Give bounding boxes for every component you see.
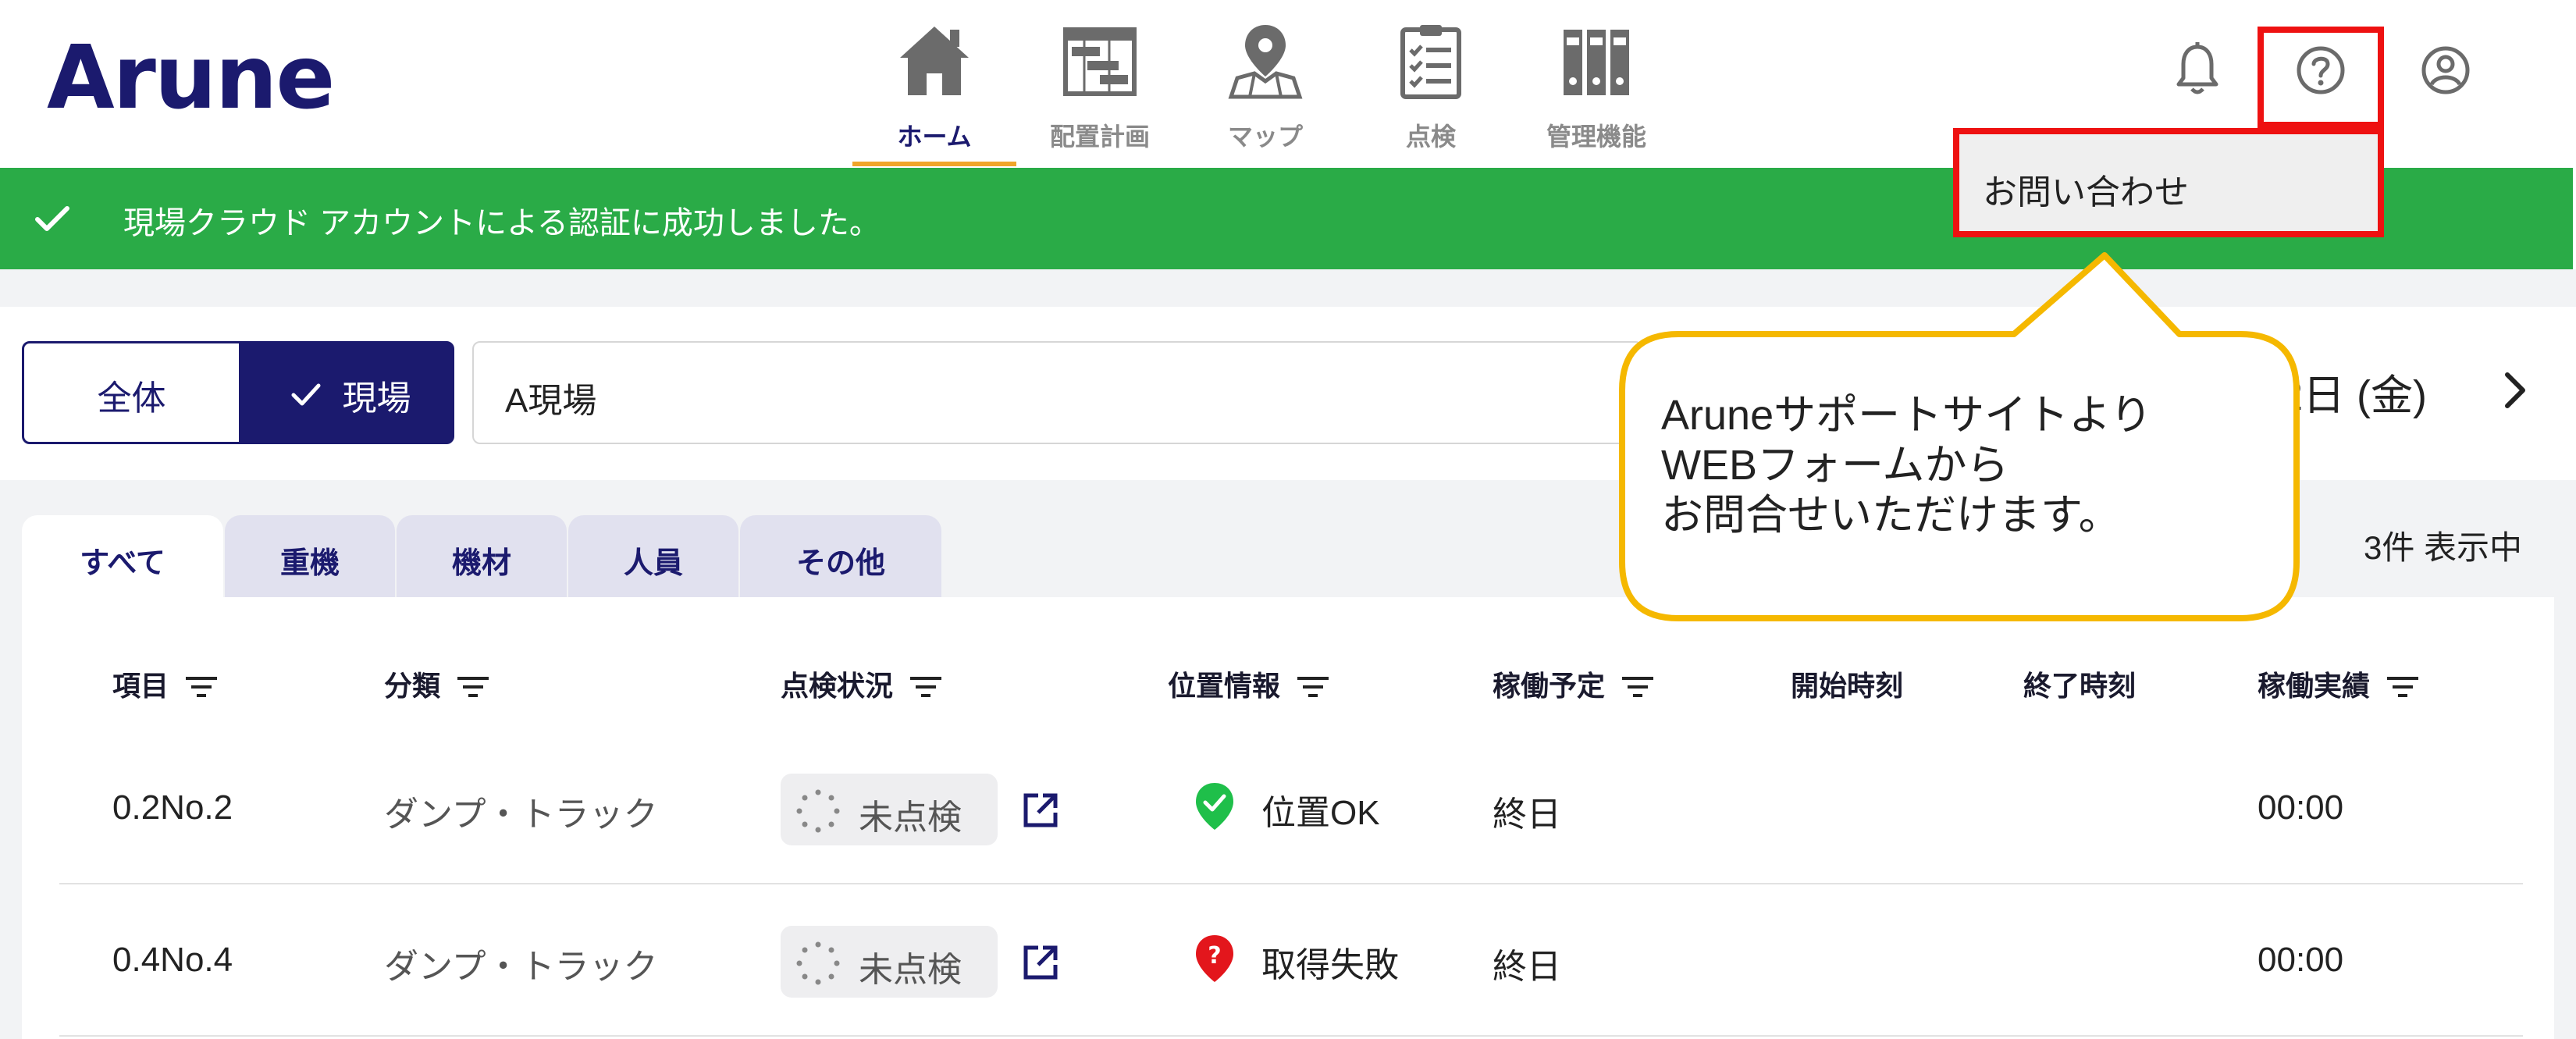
chevron-right-icon[interactable] [2498,367,2532,414]
account-icon[interactable] [2414,39,2477,101]
tab-personnel[interactable]: 人員 [568,515,738,597]
cell-schedule: 終日 [1493,948,1561,986]
header-end-time: 終了時刻 [2023,671,2137,703]
nav-admin-label: 管理機能 [1546,122,1646,151]
cell-location: 取得失敗 [1261,946,1399,984]
filter-icon[interactable] [456,674,490,700]
tab-heavy-machinery-label: 重機 [279,546,340,580]
header-item[interactable]: 項目 [112,664,219,704]
binder-icon [1564,30,1629,95]
scope-site-button[interactable]: 現場 [240,341,454,444]
tab-other-label: その他 [795,546,885,580]
header-category[interactable]: 分類 [384,664,490,704]
nav-active-indicator [852,162,1016,166]
cell-actual: 00:00 [2258,788,2344,827]
callout-text: Aruneサポートサイトより WEBフォームから お問合せいただけます。 [1661,390,2254,540]
nav-placement-plan-label: 配置計画 [1049,122,1150,151]
tab-all-label: すべて [80,546,165,580]
header-inspection-status[interactable]: 点検状況 [781,664,943,704]
filter-icon[interactable] [1296,674,1330,700]
pending-icon [796,789,840,833]
callout-line: お問合せいただけます。 [1661,492,2121,539]
scope-all-button[interactable]: 全体 [22,341,241,444]
check-icon [35,206,69,231]
help-highlight-box [2258,27,2384,128]
nav-inspection[interactable]: 点検 [1349,16,1513,165]
header-schedule[interactable]: 稼働予定 [1493,664,1655,704]
brand-logo[interactable]: Arune [47,31,335,125]
nav-home-label: ホーム [897,122,972,151]
location-error-icon: ? [1196,935,1233,982]
menu-item-contact[interactable]: お問い合わせ [1983,164,2189,214]
nav-map-label: マップ [1227,122,1303,151]
nav-home[interactable]: ホーム [852,16,1016,165]
cell-category: ダンプ・トラック [384,795,658,834]
tab-other[interactable]: その他 [740,515,941,597]
filter-icon[interactable] [2386,674,2420,700]
result-count: 3件 表示中 [2364,529,2523,566]
cell-actual: 00:00 [2258,941,2344,979]
cell-item: 0.2No.2 [112,788,233,827]
inspection-status-badge: 未点検 [781,926,998,998]
pending-icon [796,941,840,985]
cell-item: 0.4No.4 [112,941,233,979]
header-actual[interactable]: 稼働実績 [2258,664,2420,704]
tab-equipment-label: 機材 [451,546,511,580]
banner-message: 現場クラウド アカウントによる認証に成功しました。 [123,206,881,240]
site-select[interactable]: A現場 [472,341,1643,444]
tab-personnel-label: 人員 [623,546,683,580]
header-location[interactable]: 位置情報 [1168,664,1330,704]
external-link-icon[interactable] [1019,789,1062,831]
filter-icon[interactable] [1621,674,1655,700]
bell-icon[interactable] [2166,39,2229,101]
cell-location: 位置OK [1261,794,1380,832]
tab-equipment[interactable]: 機材 [397,515,567,597]
location-ok-icon [1196,783,1233,830]
callout-line: WEBフォームから [1661,442,2009,489]
filter-icon[interactable] [909,674,943,700]
asset-table: 項目 分類 点検状況 位置情報 稼働予定 開始時刻 終了時刻 稼働実績 0.2N… [22,597,2554,1039]
scope-site-label: 現場 [342,379,411,418]
nav-placement-plan[interactable]: 配置計画 [1018,16,1182,165]
cell-schedule: 終日 [1493,795,1561,834]
filter-icon[interactable] [184,674,219,700]
header-start-time: 開始時刻 [1791,671,1904,703]
row-divider [59,1035,2523,1037]
help-dropdown-menu: お問い合わせ [1953,128,2384,237]
external-link-icon[interactable] [1019,941,1062,984]
map-icon [1228,25,1303,99]
svg-text:?: ? [1208,942,1221,970]
checklist-icon [1400,25,1461,99]
site-select-value: A現場 [505,382,597,420]
tab-heavy-machinery[interactable]: 重機 [225,515,395,597]
nav-admin[interactable]: 管理機能 [1514,16,1678,165]
cell-category: ダンプ・トラック [384,948,658,986]
inspection-status-text: 未点検 [859,951,962,989]
inspection-status-text: 未点検 [859,799,962,837]
callout-line: Aruneサポートサイトより [1661,392,2153,439]
nav-map[interactable]: マップ [1183,16,1347,165]
tab-all[interactable]: すべて [22,515,223,597]
scope-all-label: 全体 [97,379,166,418]
inspection-status-badge: 未点検 [781,774,998,845]
home-icon [900,27,969,95]
gantt-icon [1063,27,1137,96]
nav-inspection-label: 点検 [1405,122,1456,151]
